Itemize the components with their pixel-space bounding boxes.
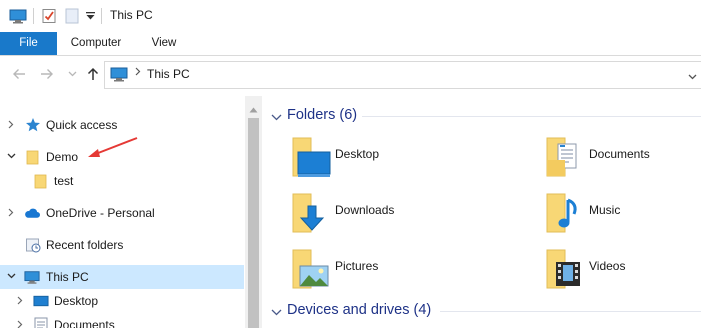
expand-chevron-icon[interactable] bbox=[15, 295, 25, 305]
pc-icon bbox=[24, 269, 40, 285]
group-title: Folders (6) bbox=[287, 107, 358, 123]
pictures-folder-icon bbox=[290, 248, 334, 296]
nav-item-label: Documents bbox=[54, 318, 115, 328]
cloud-icon bbox=[24, 205, 40, 221]
title-separator bbox=[33, 8, 34, 24]
nav-item-label: test bbox=[54, 174, 74, 188]
file-explorer-window: This PC File Computer View This PC Quick… bbox=[0, 0, 701, 328]
nav-item-label: Recent folders bbox=[46, 238, 124, 252]
pc-icon bbox=[110, 67, 128, 85]
folder-label: Pictures bbox=[335, 259, 379, 273]
nav-item-demo[interactable]: Demo bbox=[0, 145, 244, 169]
desktop-folder-icon bbox=[33, 293, 49, 309]
group-collapse-chevron-icon[interactable] bbox=[271, 305, 282, 319]
folder-label: Documents bbox=[589, 147, 650, 161]
scroll-up-arrow-icon[interactable] bbox=[249, 102, 258, 116]
collapse-chevron-icon[interactable] bbox=[6, 271, 16, 281]
folder-icon bbox=[33, 173, 49, 189]
back-button[interactable] bbox=[10, 65, 28, 83]
address-box[interactable]: This PC bbox=[104, 61, 701, 89]
tab-view[interactable]: View bbox=[135, 32, 193, 55]
nav-item-label: Quick access bbox=[46, 118, 118, 132]
tab-computer[interactable]: Computer bbox=[57, 32, 135, 55]
folder-label: Music bbox=[589, 203, 621, 217]
nav-item-test[interactable]: test bbox=[0, 169, 244, 193]
ribbon-tabs: File Computer View bbox=[0, 32, 701, 56]
folder-tile-desktop[interactable]: Desktop bbox=[290, 136, 500, 188]
expand-chevron-icon[interactable] bbox=[6, 119, 16, 129]
recent-locations-button[interactable] bbox=[63, 65, 81, 83]
title-bar: This PC bbox=[0, 0, 701, 32]
breadcrumb-chevron-icon[interactable] bbox=[135, 67, 141, 79]
folder-tile-documents[interactable]: Documents bbox=[544, 136, 701, 188]
videos-folder-icon bbox=[544, 248, 588, 296]
pc-icon[interactable] bbox=[7, 7, 29, 25]
address-path: This PC bbox=[147, 67, 190, 81]
window-title: This PC bbox=[110, 8, 153, 22]
forward-button[interactable] bbox=[38, 65, 56, 83]
folder-label: Downloads bbox=[335, 203, 395, 217]
nav-item-recent-folders[interactable]: Recent folders bbox=[0, 233, 244, 257]
recent-folders-icon bbox=[25, 237, 41, 253]
nav-item-quick-access[interactable]: Quick access bbox=[0, 113, 244, 137]
content-pane: Folders (6) Desktop Documents Downloads bbox=[262, 92, 701, 328]
new-folder-icon[interactable] bbox=[63, 7, 81, 25]
tab-file[interactable]: File bbox=[0, 32, 57, 55]
group-divider bbox=[440, 311, 701, 312]
nav-item-label: Desktop bbox=[54, 294, 99, 308]
title-separator bbox=[101, 8, 102, 24]
scrollbar-thumb[interactable] bbox=[248, 118, 259, 328]
nav-item-onedrive[interactable]: OneDrive - Personal bbox=[0, 201, 244, 225]
folder-tile-pictures[interactable]: Pictures bbox=[290, 248, 500, 300]
expand-chevron-icon[interactable] bbox=[15, 319, 25, 328]
nav-item-label: Demo bbox=[46, 150, 79, 164]
vertical-scrollbar[interactable] bbox=[245, 96, 262, 328]
folder-label: Desktop bbox=[335, 147, 380, 161]
up-button[interactable] bbox=[84, 65, 102, 83]
nav-item-this-pc[interactable]: This PC bbox=[0, 265, 244, 289]
documents-folder-icon bbox=[33, 317, 49, 328]
star-pin-icon bbox=[25, 117, 41, 133]
expand-chevron-icon[interactable] bbox=[6, 207, 16, 217]
properties-icon[interactable] bbox=[39, 7, 59, 25]
address-dropdown-icon[interactable] bbox=[688, 69, 697, 83]
desktop-folder-icon bbox=[290, 136, 334, 184]
group-header-devices-and-drives[interactable]: Devices and drives (4) bbox=[262, 299, 701, 323]
nav-item-documents[interactable]: Documents bbox=[0, 313, 244, 328]
downloads-folder-icon bbox=[290, 192, 334, 240]
group-title: Devices and drives (4) bbox=[287, 302, 432, 318]
folder-tile-videos[interactable]: Videos bbox=[544, 248, 701, 300]
folder-tile-downloads[interactable]: Downloads bbox=[290, 192, 500, 244]
documents-folder-icon bbox=[544, 136, 588, 184]
navigation-pane: Quick access Demo test OneDrive - Person… bbox=[0, 92, 245, 328]
nav-item-label: OneDrive - Personal bbox=[46, 206, 155, 220]
music-folder-icon bbox=[544, 192, 588, 240]
folder-label: Videos bbox=[589, 259, 626, 273]
address-bar-row: This PC bbox=[0, 56, 701, 92]
group-divider bbox=[362, 116, 701, 117]
group-collapse-chevron-icon[interactable] bbox=[271, 110, 282, 124]
group-header-folders[interactable]: Folders (6) bbox=[262, 104, 701, 128]
nav-item-desktop[interactable]: Desktop bbox=[0, 289, 244, 313]
nav-item-label: This PC bbox=[46, 270, 89, 284]
folder-icon bbox=[25, 149, 41, 165]
folder-tile-music[interactable]: Music bbox=[544, 192, 701, 244]
customize-qat-icon[interactable] bbox=[84, 7, 96, 25]
collapse-chevron-icon[interactable] bbox=[6, 151, 16, 161]
